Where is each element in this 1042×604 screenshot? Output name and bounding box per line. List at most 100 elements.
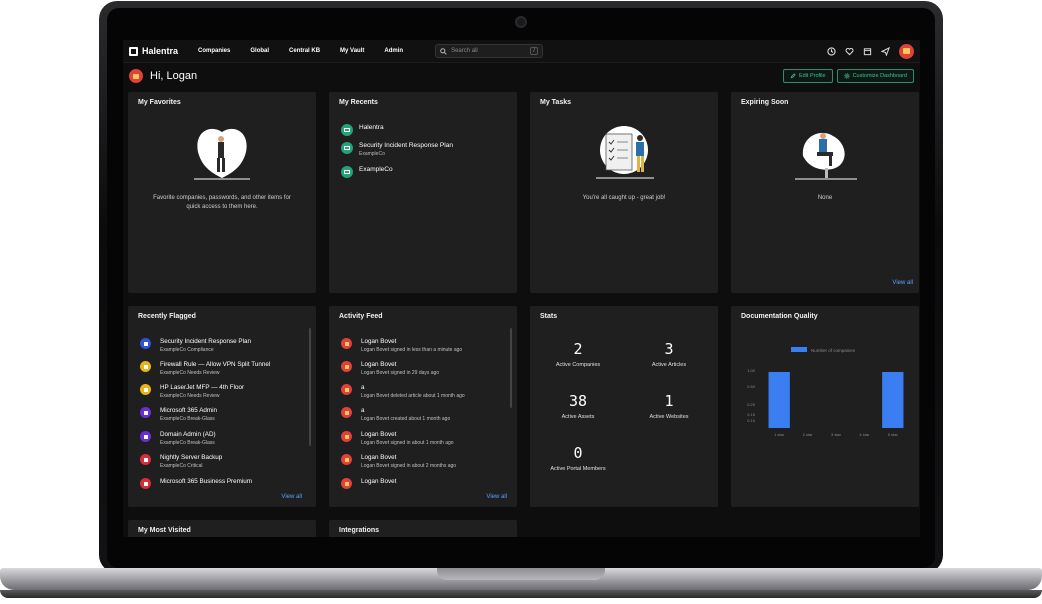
expiring-illustration xyxy=(795,132,857,180)
flagged-item[interactable]: Nightly Server Backup ExampleCo Critical xyxy=(140,454,222,469)
stats-card: Stats 2 Active Companies 3 Active Articl… xyxy=(530,306,718,507)
docquality-card: Documentation Quality Number of companie… xyxy=(731,306,919,507)
greeting-avatar xyxy=(129,69,143,83)
send-icon[interactable] xyxy=(881,46,890,56)
stat-value: 2 xyxy=(573,340,583,358)
customize-dashboard-button[interactable]: Customize Dashboard xyxy=(836,69,914,83)
y-tick-label: 0.60 xyxy=(747,384,756,389)
flagged-item[interactable]: HP LaserJet MFP — 4th Floor ExampleCo Nee… xyxy=(140,384,244,399)
activity-item-title: a xyxy=(361,407,365,414)
activity-avatar-icon xyxy=(341,338,352,349)
flagged-scrollbar[interactable] xyxy=(309,328,311,446)
legend-swatch xyxy=(791,347,807,352)
activity-card: Activity Feed Logan Bovet Logan Bovet sig… xyxy=(329,306,517,507)
flagged-item-title: HP LaserJet MFP — 4th Floor xyxy=(160,384,245,391)
nav-link-my-vault[interactable]: My Vault xyxy=(340,48,364,54)
stat-value: 1 xyxy=(664,392,674,410)
flagged-title: Recently Flagged xyxy=(138,313,196,320)
y-tick-label: 0.20 xyxy=(747,402,756,407)
expiring-title: Expiring Soon xyxy=(741,99,789,106)
stats-title: Stats xyxy=(540,313,558,320)
integrations-card: Integrations xyxy=(329,520,517,537)
laptop-notch xyxy=(437,568,605,580)
activity-avatar-icon xyxy=(341,478,352,489)
favorites-empty-text: Favorite companies, passwords, and other… xyxy=(128,194,316,212)
activity-item[interactable]: Logan Bovet Logan Bovet signed in about 1… xyxy=(341,431,454,446)
top-nav: Halentra Companies Global Central KB My … xyxy=(123,40,920,63)
nav-link-companies[interactable]: Companies xyxy=(198,48,230,54)
stat-label: Active Assets xyxy=(561,414,595,420)
activity-item-title: Logan Bovet xyxy=(361,478,397,485)
tasks-illustration xyxy=(596,126,654,179)
expiring-empty-text: None xyxy=(817,195,833,201)
webcam xyxy=(515,16,527,28)
user-avatar[interactable] xyxy=(899,43,914,59)
flagged-item-title: Nightly Server Backup xyxy=(160,454,223,461)
gear-icon xyxy=(843,73,850,79)
recent-item[interactable]: Halentra xyxy=(341,124,384,136)
flagged-view-all-link[interactable]: View all xyxy=(281,494,302,500)
nav-link-admin[interactable]: Admin xyxy=(384,48,403,54)
favorites-empty-line2: quick access to them here. xyxy=(186,204,258,210)
nav-link-global[interactable]: Global xyxy=(250,48,269,54)
flagged-item[interactable]: Firewall Rule — Allow VPN Split Tunnel Ex… xyxy=(140,361,270,376)
activity-item-sub: Logan Bovet signed in 29 days ago xyxy=(361,370,440,376)
x-tick-label: 3 star xyxy=(831,432,842,437)
nav-link-central-kb[interactable]: Central KB xyxy=(289,48,320,54)
activity-item[interactable]: Logan Bovet Logan Bovet signed in less th… xyxy=(341,338,462,353)
clock-icon[interactable] xyxy=(827,46,836,56)
heart-icon[interactable] xyxy=(845,47,854,56)
activity-scrollbar[interactable] xyxy=(510,328,512,408)
flag-icon xyxy=(140,431,151,442)
stat-active-websites[interactable]: 1 Active Websites xyxy=(624,392,714,420)
search-input[interactable]: Search all / xyxy=(435,44,544,58)
flagged-item[interactable]: Domain Admin (AD) ExampleCo Break-Glass xyxy=(140,431,216,446)
flagged-item[interactable]: Microsoft 365 Business Premium xyxy=(140,478,252,489)
expiring-view-all-link[interactable]: View all xyxy=(892,280,913,286)
flagged-item[interactable]: Security Incident Response Plan ExampleCo… xyxy=(140,338,251,353)
app-screen: Halentra Companies Global Central KB My … xyxy=(123,40,920,537)
stat-active-assets[interactable]: 38 Active Assets xyxy=(533,392,623,420)
activity-item[interactable]: Logan Bovet Logan Bovet signed in about 2… xyxy=(341,454,456,469)
chart-bar xyxy=(768,372,790,428)
stat-active-companies[interactable]: 2 Active Companies xyxy=(533,340,623,368)
flagged-item[interactable]: Microsoft 365 Admin ExampleCo Break-Glass xyxy=(140,407,217,422)
edit-profile-button[interactable]: Edit Profile xyxy=(782,69,833,83)
tasks-empty-text: You're all caught up - great job! xyxy=(582,195,666,201)
favorites-card: My Favorites Favorite companies, passwor… xyxy=(128,92,316,293)
brand-logo[interactable]: Halentra xyxy=(129,46,178,56)
x-tick-label: 4 star xyxy=(859,432,870,437)
recent-item[interactable]: ExampleCo xyxy=(341,166,393,178)
activity-item[interactable]: a Logan Bovet deleted article about 1 mon… xyxy=(341,384,465,399)
flag-icon xyxy=(140,361,151,372)
flagged-item-title: Domain Admin (AD) xyxy=(160,431,216,438)
activity-item-title: Logan Bovet xyxy=(361,361,397,368)
legend-label: Number of companies xyxy=(811,348,856,353)
flag-icon xyxy=(140,478,151,489)
company-icon xyxy=(341,166,353,178)
activity-item-sub: Logan Bovet created about 1 month ago xyxy=(361,416,451,422)
activity-view-all-link[interactable]: View all xyxy=(486,494,507,500)
chart-bar xyxy=(882,372,904,428)
documentation-quality-chart: Number of companies 1.00 0.60 0.20 0.150.10 1… xyxy=(747,347,904,437)
header-buttons: Edit Profile Customize Dashboard xyxy=(782,69,914,83)
recent-item[interactable]: Security Incident Response Plan ExampleC… xyxy=(341,142,453,157)
activity-item[interactable]: a Logan Bovet created about 1 month ago xyxy=(341,407,450,422)
activity-avatar-icon xyxy=(341,407,352,418)
flagged-item-title: Microsoft 365 Business Premium xyxy=(160,478,253,485)
greeting-text: Hi, Logan xyxy=(150,70,198,82)
recent-item-title: Halentra xyxy=(359,124,384,131)
stat-active-portal-members[interactable]: 0 Active Portal Members xyxy=(533,444,623,472)
stat-label: Active Websites xyxy=(649,414,689,420)
stat-label: Active Portal Members xyxy=(550,466,606,472)
flag-icon xyxy=(140,407,151,418)
search-shortcut: / xyxy=(530,47,539,55)
activity-item[interactable]: Logan Bovet xyxy=(341,478,396,489)
stat-active-articles[interactable]: 3 Active Articles xyxy=(624,340,714,368)
x-tick-label: 5 star xyxy=(888,432,899,437)
calendar-icon[interactable] xyxy=(863,47,872,56)
activity-item[interactable]: Logan Bovet Logan Bovet signed in 29 days… xyxy=(341,361,439,376)
activity-item-title: Logan Bovet xyxy=(361,338,397,345)
edit-icon xyxy=(790,73,796,79)
recent-item-sub: ExampleCo xyxy=(359,151,385,157)
